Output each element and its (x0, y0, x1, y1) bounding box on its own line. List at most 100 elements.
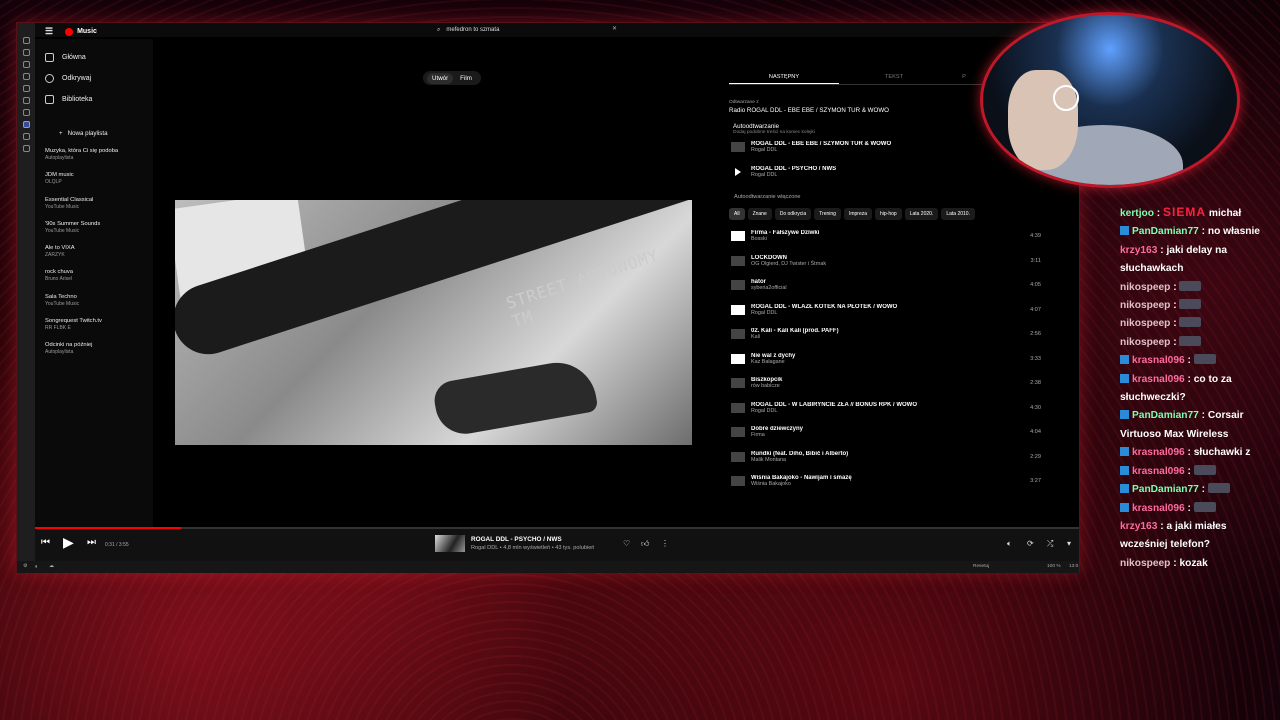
track-row[interactable]: hator syberia2official 4:05 (729, 273, 1045, 298)
playlist-item[interactable]: Songrequest Twitch.tv RR FLBK E (35, 317, 153, 341)
track-artist: OG Olgierd, DJ Twister i Śtrnak (751, 260, 827, 267)
playlist-subtitle: ZARZYK (45, 252, 65, 259)
play-icon[interactable]: ▶ (63, 534, 74, 551)
filter-chip[interactable]: Znane (747, 208, 772, 220)
rail-icon[interactable] (22, 73, 30, 80)
track-duration: 4:04 (1030, 429, 1041, 436)
playlist-item[interactable]: '90s Summer Sounds YouTube Music (35, 220, 153, 244)
chat-message: krasnal096 : (1120, 352, 1270, 370)
track-row[interactable]: ROGAL DDL - WLAZŁ KOTEK NA PŁOTEK / WOWO… (729, 298, 1045, 323)
shuffle-icon[interactable]: ⤮ (1047, 539, 1053, 549)
queue-item[interactable]: ROGAL DDL - PSYCHO / NWS Rogal DDL (729, 160, 1045, 185)
track-row[interactable]: Wiśnia Bakajoko - Nawijam i smażę Wiśnia … (729, 469, 1045, 494)
track-row[interactable]: Dobre dziewczyny Firma 4:04 (729, 420, 1045, 445)
chat-username[interactable]: PanDamian77 (1132, 484, 1199, 495)
nav-library[interactable]: Biblioteka (35, 89, 153, 110)
filter-chip[interactable]: All (729, 208, 745, 220)
chat-username[interactable]: krzy163 (1120, 521, 1157, 532)
more-icon[interactable]: ⋮ (661, 539, 669, 548)
chat-username[interactable]: kertjoo (1120, 208, 1154, 219)
pause-icon[interactable]: ⏸ (35, 564, 37, 570)
chat-username[interactable]: PanDamian77 (1132, 410, 1199, 421)
chat-username[interactable]: PanDamian77 (1132, 226, 1199, 237)
track-info: LOCKDOWN OG Olgierd, DJ Twister i Śtrnak (751, 255, 1045, 267)
app-logo[interactable]: ☰ Music (45, 26, 97, 37)
headphone-ring-icon (1053, 85, 1079, 111)
chat-username[interactable]: krasnal096 (1132, 503, 1185, 514)
repeat-icon[interactable]: ⟳ (1027, 539, 1034, 548)
chat-message: krzy163 : a jaki miałes wcześniej telefo… (1120, 520, 1227, 551)
chat-username[interactable]: krasnal096 (1132, 466, 1185, 477)
track-duration: 2:38 (1030, 380, 1041, 387)
song-video-toggle[interactable]: Utwór Film (423, 71, 481, 85)
rail-icon[interactable] (22, 109, 30, 116)
filter-chip[interactable]: Impreza (843, 208, 872, 220)
track-info: Firma - Fałszywe Dziwki Bosski (751, 230, 1045, 242)
chat-username[interactable]: nikospeep (1120, 282, 1170, 293)
rail-icon-active[interactable] (22, 121, 30, 128)
rail-icon[interactable] (22, 37, 30, 44)
track-row[interactable]: 02. Kali - Kali Kali (prod. PAFF) Kali 2:5… (729, 322, 1045, 347)
chat-username[interactable]: nikospeep (1120, 300, 1170, 311)
filter-chip[interactable]: Lata 2020. (904, 208, 939, 220)
track-row[interactable]: Rundki (feat. Diho, Bibič i Alberto) Mali… (729, 445, 1045, 470)
rail-icon[interactable] (22, 61, 30, 68)
now-playing-title[interactable]: ROGAL DDL - PSYCHO / NWS (471, 536, 562, 543)
playlist-item[interactable]: Essential Classical YouTube Music (35, 196, 153, 220)
chat-username[interactable]: krasnal096 (1132, 374, 1185, 385)
filter-chip[interactable]: Trening (814, 208, 841, 220)
chat-message: nikospeep : (1120, 334, 1270, 352)
like-icon[interactable]: 👍︎ (641, 539, 649, 549)
playlist-title: Ale to VIXA (45, 245, 75, 252)
track-row[interactable]: ROGAL DDL - W LABIRYNCIE ZŁA // BONUS RP… (729, 396, 1045, 421)
video-player[interactable]: STREET AUTONOMY TM (175, 200, 692, 445)
filter-chip[interactable]: Do odkrycia (774, 208, 812, 220)
chat-username[interactable]: nikospeep (1120, 318, 1170, 329)
nav-explore[interactable]: Odkrywaj (35, 68, 153, 89)
rail-icon[interactable] (22, 133, 30, 140)
video-brand-text: STREET AUTONOMY TM (503, 245, 662, 331)
track-row[interactable]: Nie wal z dychy Kaz Bałagane 3:33 (729, 347, 1045, 372)
clear-search-icon[interactable]: ✕ (612, 25, 617, 32)
playlist-item[interactable]: Sala Techno YouTube Music (35, 293, 153, 317)
chat-username[interactable]: krzy163 (1120, 245, 1157, 256)
rail-icon[interactable] (22, 85, 30, 92)
playlist-item[interactable]: rock chuva Bruno Arisel (35, 268, 153, 292)
chat-username[interactable]: krasnal096 (1132, 355, 1185, 366)
toggle-song[interactable]: Utwór (427, 72, 454, 84)
rail-icon[interactable] (22, 49, 30, 56)
chat-username[interactable]: krasnal096 (1132, 447, 1185, 458)
filter-chip[interactable]: Lata 2010. (941, 208, 975, 220)
chat-username[interactable]: nikospeep (1120, 337, 1170, 348)
expand-icon[interactable]: ▾ (1067, 539, 1071, 548)
nav-home[interactable]: Główna (35, 47, 153, 68)
rail-icon[interactable] (22, 97, 30, 104)
playlist-item[interactable]: JDM music OLQLP (35, 171, 153, 195)
tab-lyrics[interactable]: TEKST (839, 69, 949, 84)
filter-chip[interactable]: hip-hop (875, 208, 902, 220)
search-input[interactable]: mefedron to szmata (446, 27, 499, 33)
tab-related[interactable]: P (949, 69, 979, 84)
nav-label: Główna (62, 54, 86, 61)
chat-username[interactable]: nikospeep (1120, 558, 1170, 569)
track-row[interactable]: LOCKDOWN OG Olgierd, DJ Twister i Śtrnak 3… (729, 249, 1045, 274)
next-icon[interactable]: ⏭ (87, 537, 96, 548)
track-row[interactable]: Biszkopcik rów babicze 2:38 (729, 371, 1045, 396)
playlist-item[interactable]: Ale to VIXA ZARZYK (35, 244, 153, 268)
tab-next[interactable]: NASTĘPNY (729, 69, 839, 84)
menu-icon[interactable]: ☰ (45, 26, 53, 37)
playlist-item[interactable]: Muzyka, która Ci się podoba Autoplaylista (35, 147, 153, 171)
settings-icon[interactable]: ⚙ (23, 564, 27, 569)
previous-icon[interactable]: ⏮ (41, 537, 50, 548)
rail-icon[interactable] (22, 145, 30, 152)
reset-button[interactable]: Resetuj (973, 564, 989, 569)
cloud-icon[interactable]: ☁ (49, 564, 54, 569)
progress-bar[interactable] (35, 527, 1079, 529)
new-playlist-button[interactable]: + Nowa playlista (59, 130, 153, 137)
playlist-item[interactable]: Odcinki na później Autoplaylista (35, 341, 153, 365)
search-bar[interactable]: ⌕ mefedron to szmata ✕ (437, 25, 617, 35)
toggle-video[interactable]: Film (455, 73, 477, 84)
dislike-icon[interactable]: ♡ (623, 539, 630, 548)
volume-icon[interactable]: 🔈︎ (1007, 539, 1012, 549)
track-row[interactable]: Firma - Fałszywe Dziwki Bosski 4:39 (729, 224, 1045, 249)
